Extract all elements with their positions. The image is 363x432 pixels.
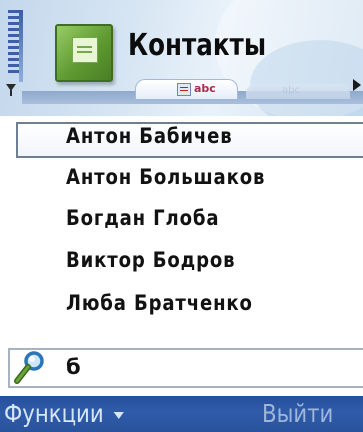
options-softkey[interactable]: Функции (4, 399, 125, 428)
tab-active[interactable]: abc (135, 79, 238, 99)
page-title: Контакты (128, 28, 267, 63)
tab-scroll-right-icon[interactable] (353, 79, 361, 91)
contacts-book-icon (55, 24, 113, 82)
contact-row[interactable]: Богдан Глоба (0, 198, 363, 239)
tab-inactive-label: abc (282, 85, 300, 96)
contact-list: Антон Бабичев Антон Большаков Богдан Гло… (0, 116, 363, 346)
tab-inactive[interactable]: abc (246, 84, 350, 99)
signal-strength-icon (8, 6, 24, 84)
contact-name: Богдан Глоба (66, 206, 220, 230)
search-icon (14, 351, 44, 384)
search-query-text: б (66, 355, 81, 379)
exit-softkey-label: Выйти (262, 399, 334, 428)
search-input[interactable] (8, 348, 363, 388)
contact-name: Антон Большаков (66, 165, 266, 189)
options-softkey-label: Функции (4, 399, 104, 428)
contact-row[interactable]: Виктор Бодров (0, 240, 363, 281)
contact-name: Виктор Бодров (66, 248, 236, 272)
antenna-icon (6, 84, 16, 96)
softkey-bar: Функции Выйти (0, 396, 363, 432)
contacts-list-icon (177, 83, 191, 96)
contact-row[interactable]: Люба Братченко (0, 283, 363, 324)
menu-arrow-icon (113, 411, 125, 419)
contact-row-selected[interactable]: Антон Бабичев (0, 116, 363, 158)
contact-row[interactable]: Антон Большаков (0, 157, 363, 198)
exit-softkey[interactable]: Выйти (262, 399, 333, 428)
contact-name: Люба Братченко (66, 291, 253, 315)
contact-name: Антон Бабичев (66, 124, 233, 148)
app-header: Контакты abc abc (0, 0, 363, 116)
search-bar: б (0, 346, 363, 396)
tab-active-label: abc (194, 82, 216, 95)
